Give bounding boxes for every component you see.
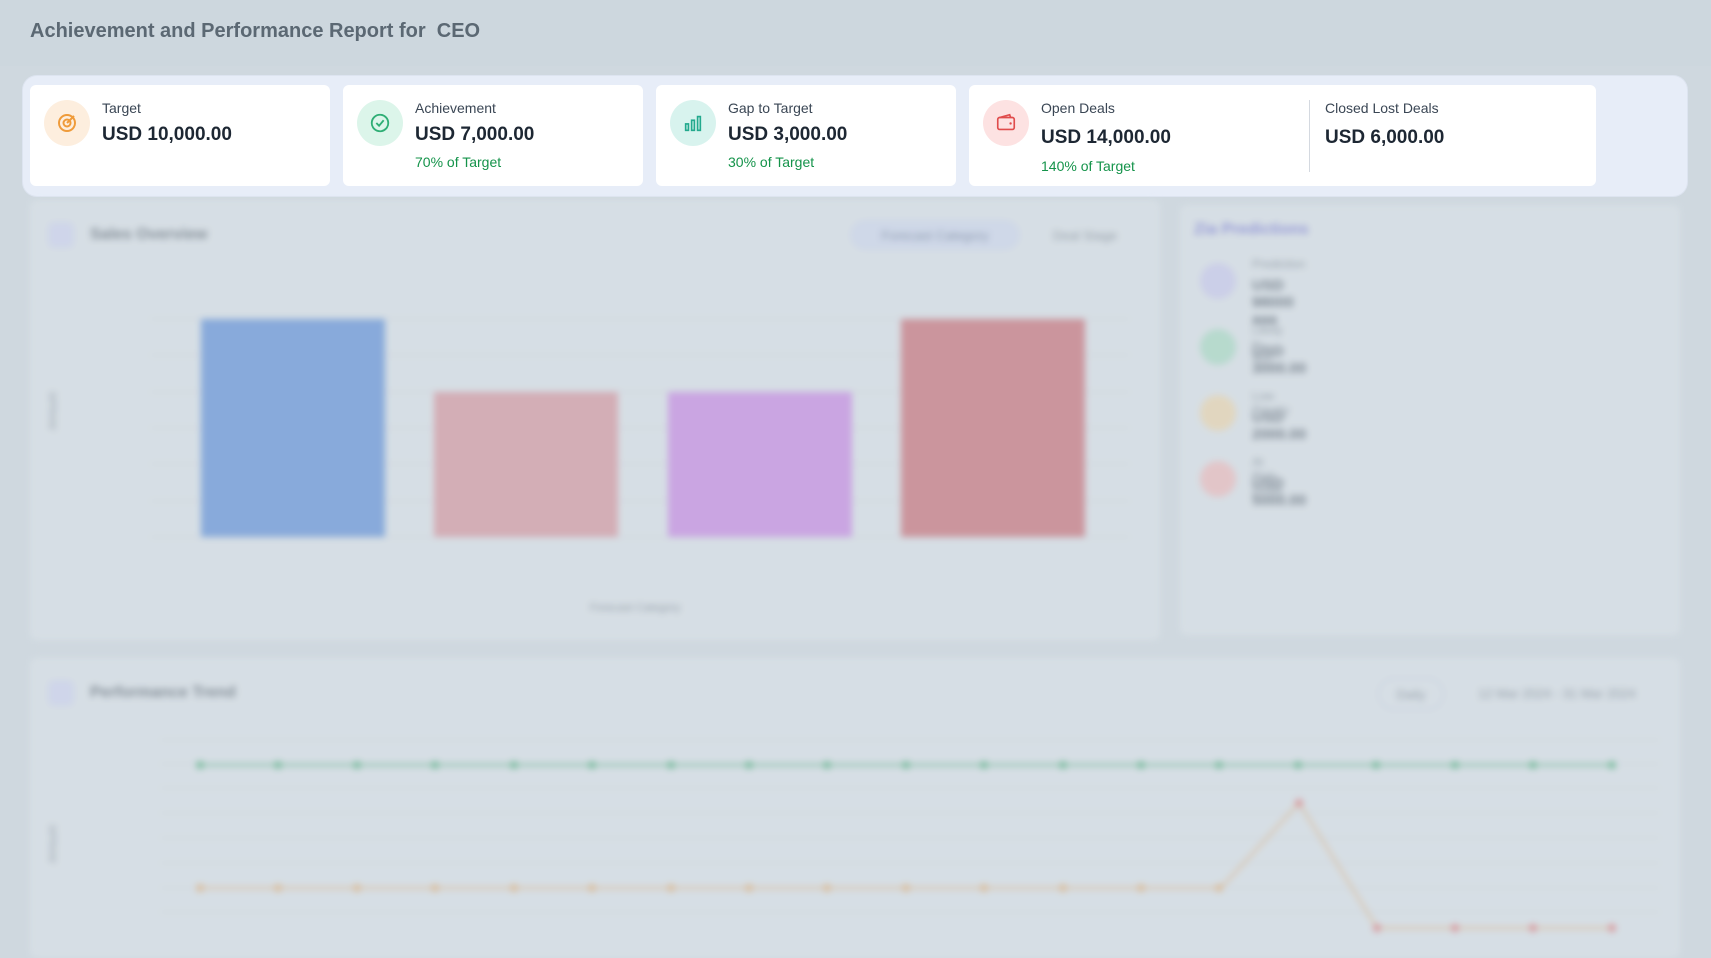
at-risk-icon [1200, 461, 1236, 497]
prediction-icon [1200, 263, 1236, 299]
y-axis-label: Amount [46, 392, 59, 430]
kpi-strip: Target USD 10,000.00 Achievement USD 7,0… [23, 76, 1687, 196]
x-axis-label: Forecast Category [590, 602, 681, 614]
kpi-value: USD 3,000.00 [728, 124, 848, 145]
kpi-value: USD 10,000.00 [102, 124, 232, 145]
likely-win-icon [1200, 329, 1236, 365]
kpi-card-deals: Open Deals USD 14,000.00 140% of Target … [969, 85, 1596, 186]
kpi-value: USD 14,000.00 [1041, 127, 1171, 148]
kpi-value: USD 7,000.00 [415, 124, 535, 145]
bar-1[interactable] [201, 319, 385, 537]
page-title: Achievement and Performance Report for C… [30, 20, 481, 42]
sales-overview-panel: Sales Overview Forecast Category Deal St… [30, 200, 1160, 640]
kpi-card-target: Target USD 10,000.00 [30, 85, 330, 186]
zia-value: USD 5000.00 [1252, 475, 1307, 509]
performance-trend-panel: Performance Trend Daily 12 Mar 2024 - 31… [30, 658, 1680, 958]
check-circle-icon [357, 100, 403, 146]
bar-3[interactable] [668, 392, 852, 537]
low-priority-icon [1200, 395, 1236, 431]
kpi-label: Achievement [415, 100, 496, 116]
trend-line-chart [160, 739, 1660, 932]
bar-2[interactable] [434, 392, 618, 537]
kpi-label: Closed Lost Deals [1325, 100, 1439, 116]
wallet-icon [983, 100, 1029, 146]
kpi-percent: 30% of Target [728, 154, 815, 170]
zia-value: USD 98000 aaa [1252, 277, 1294, 328]
divider [1309, 100, 1310, 172]
kpi-label: Open Deals [1041, 100, 1115, 116]
kpi-percent: 140% of Target [1041, 158, 1135, 174]
kpi-value: USD 6,000.00 [1325, 127, 1445, 148]
kpi-label: Gap to Target [728, 100, 813, 116]
report-header: Achievement and Performance Report for C… [0, 0, 1711, 66]
kpi-card-achievement: Achievement USD 7,000.00 70% of Target [343, 85, 643, 186]
sales-bar-chart [150, 318, 1130, 538]
bar-4[interactable] [901, 319, 1085, 537]
kpi-percent: 70% of Target [415, 154, 502, 170]
kpi-label: Target [102, 100, 141, 116]
zia-label: Prediction [1252, 257, 1306, 271]
bar-chart-icon [670, 100, 716, 146]
zia-predictions-panel: Zia Predictions Prediction USD 98000 aaa… [1180, 205, 1680, 635]
target-icon [44, 100, 90, 146]
panel-title: Zia Predictions [1194, 221, 1309, 238]
kpi-card-gap: Gap to Target USD 3,000.00 30% of Target [656, 85, 956, 186]
y-axis-label: Amount [46, 825, 59, 863]
zia-value: USD 3000.00 [1252, 343, 1307, 377]
zia-value: USD 2000.00 [1252, 409, 1307, 443]
